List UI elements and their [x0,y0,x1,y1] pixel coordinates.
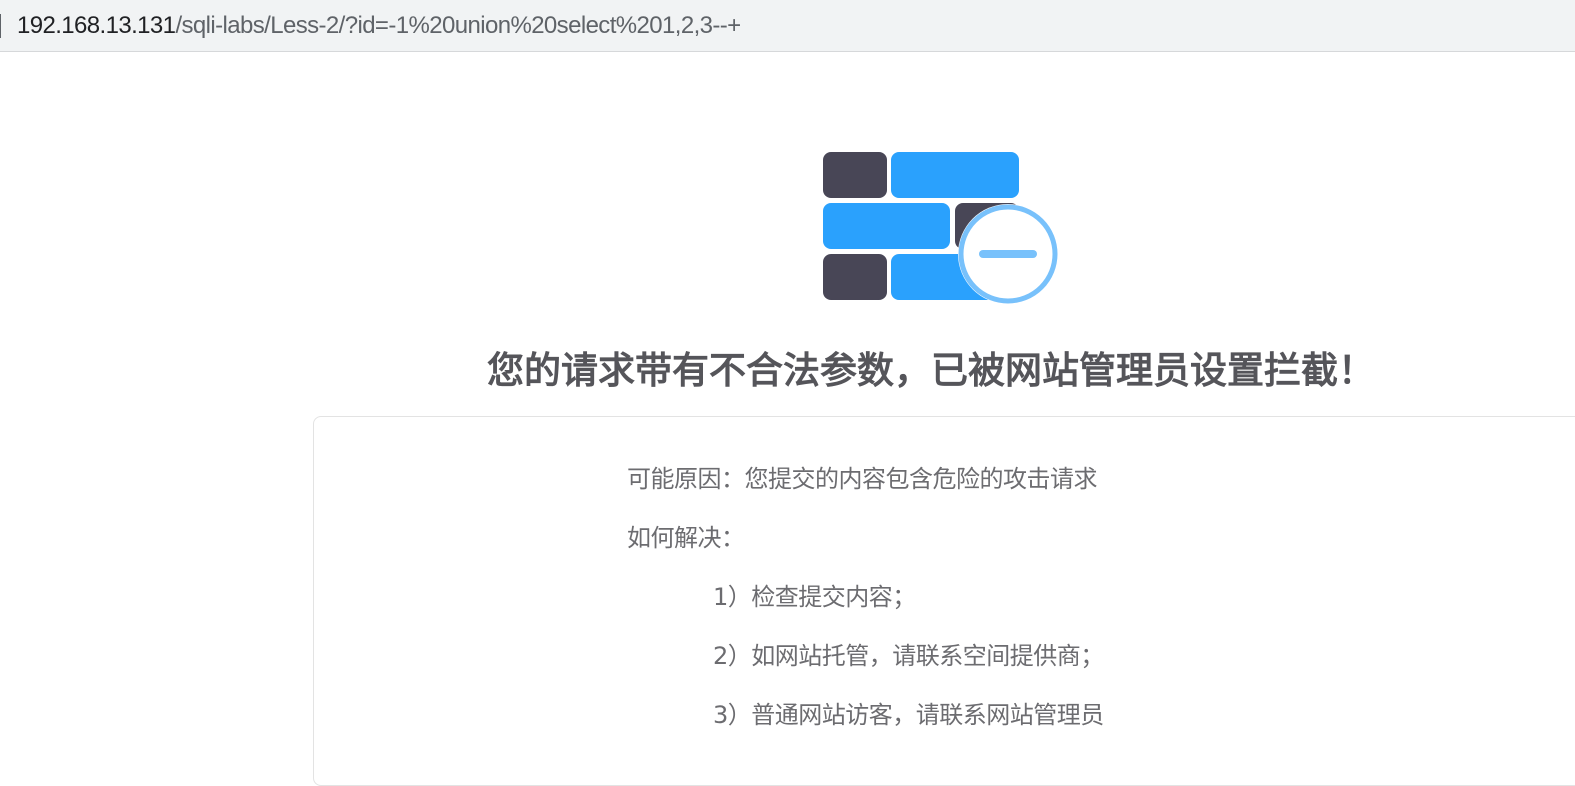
url-host: 192.168.13.131 [17,12,176,39]
brick-blue [823,203,950,249]
brick-dark [823,152,887,198]
url-text[interactable]: 192.168.13.131/sqli-labs/Less-2/?id=-1%2… [17,10,741,42]
block-headline: 您的请求带有不合法参数，已被网站管理员设置拦截！ [487,349,1375,392]
solution-step: 2）如网站托管，请联系空间提供商； [713,642,1104,670]
solution-step: 3）普通网站访客，请联系网站管理员 [713,701,1104,729]
address-bar[interactable]: 192.168.13.131/sqli-labs/Less-2/?id=-1%2… [0,0,1575,52]
solution-step: 1）检查提交内容； [713,583,916,611]
firewall-block-icon [823,152,1058,304]
solution-label: 如何解决： [627,524,745,552]
brick-blue [891,152,1019,198]
reason-text: 可能原因：您提交的内容包含危险的攻击请求 [627,465,1098,493]
address-bar-edge [0,14,1,38]
url-path: /sqli-labs/Less-2/?id=-1%20union%20selec… [175,12,741,39]
minus-circle-icon [958,204,1058,304]
brick-dark [823,254,887,300]
